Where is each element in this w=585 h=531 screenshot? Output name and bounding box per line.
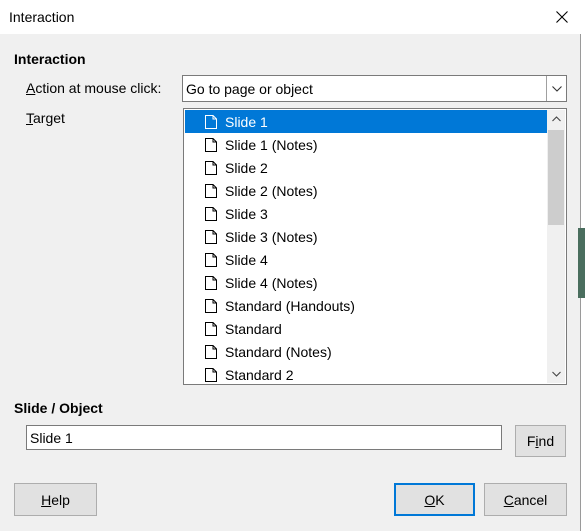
list-item-label: Slide 3 <box>225 205 268 222</box>
list-item[interactable]: Slide 2 (Notes) <box>185 179 547 202</box>
list-item-label: Slide 3 (Notes) <box>225 228 318 245</box>
document-icon <box>205 114 217 129</box>
help-button[interactable]: Help <box>14 483 97 516</box>
list-item-label: Slide 4 (Notes) <box>225 274 318 291</box>
list-item[interactable]: Standard (Handouts) <box>185 294 547 317</box>
list-item[interactable]: Slide 3 <box>185 202 547 225</box>
action-label: Action at mouse click: <box>26 80 162 96</box>
document-icon <box>205 367 217 382</box>
list-item[interactable]: Slide 1 (Notes) <box>185 133 547 156</box>
target-list-items: Slide 1 Slide 1 (Notes) Slide 2 Slide 2 (No… <box>185 110 547 384</box>
document-icon <box>205 275 217 290</box>
slide-object-value: Slide 1 <box>30 430 73 446</box>
list-item[interactable]: Standard (Notes) <box>185 340 547 363</box>
list-item-label: Slide 1 <box>225 113 268 130</box>
chevron-up-icon <box>551 116 561 122</box>
list-item[interactable]: Standard 2 <box>185 363 547 384</box>
cancel-button[interactable]: Cancel <box>484 483 567 516</box>
document-icon <box>205 252 217 267</box>
action-select[interactable]: Go to page or object <box>182 75 567 102</box>
document-icon <box>205 298 217 313</box>
list-item-label: Standard 2 <box>225 366 294 383</box>
document-icon <box>205 229 217 244</box>
list-item-label: Standard <box>225 320 282 337</box>
list-item[interactable]: Standard <box>185 317 547 340</box>
document-icon <box>205 321 217 336</box>
action-dropdown-button[interactable] <box>546 76 566 101</box>
document-icon <box>205 137 217 152</box>
chevron-down-icon <box>551 371 561 377</box>
chevron-down-icon <box>551 85 562 92</box>
slide-object-heading: Slide / Object <box>14 400 103 416</box>
list-item-label: Slide 2 (Notes) <box>225 182 318 199</box>
interaction-heading: Interaction <box>14 51 86 67</box>
list-item[interactable]: Slide 2 <box>185 156 547 179</box>
find-button[interactable]: Fi nd <box>515 425 566 457</box>
ok-button[interactable]: OK <box>394 483 475 516</box>
close-icon <box>556 11 568 23</box>
action-select-value: Go to page or object <box>186 81 313 97</box>
document-icon <box>205 206 217 221</box>
close-button[interactable] <box>539 0 585 34</box>
target-list-scrollbar[interactable] <box>547 110 565 383</box>
list-item-label: Standard (Handouts) <box>225 297 355 314</box>
document-icon <box>205 344 217 359</box>
list-item-label: Slide 2 <box>225 159 268 176</box>
document-icon <box>205 160 217 175</box>
list-item-label: Slide 1 (Notes) <box>225 136 318 153</box>
list-item-label: Standard (Notes) <box>225 343 332 360</box>
list-item[interactable]: Slide 4 <box>185 248 547 271</box>
list-item[interactable]: Slide 4 (Notes) <box>185 271 547 294</box>
target-label: Target <box>26 110 65 126</box>
background-window-fragment <box>578 228 585 298</box>
list-item[interactable]: Slide 1 <box>185 110 547 133</box>
document-icon <box>205 183 217 198</box>
window-title: Interaction <box>9 9 75 25</box>
list-item[interactable]: Slide 3 (Notes) <box>185 225 547 248</box>
title-bar: Interaction <box>0 0 585 34</box>
scroll-up-button[interactable] <box>547 110 565 128</box>
scroll-thumb[interactable] <box>548 130 564 225</box>
slide-object-input[interactable]: Slide 1 <box>26 425 502 450</box>
scroll-down-button[interactable] <box>547 365 565 383</box>
list-item-label: Slide 4 <box>225 251 268 268</box>
target-list[interactable]: Slide 1 Slide 1 (Notes) Slide 2 Slide 2 (No… <box>183 108 567 385</box>
